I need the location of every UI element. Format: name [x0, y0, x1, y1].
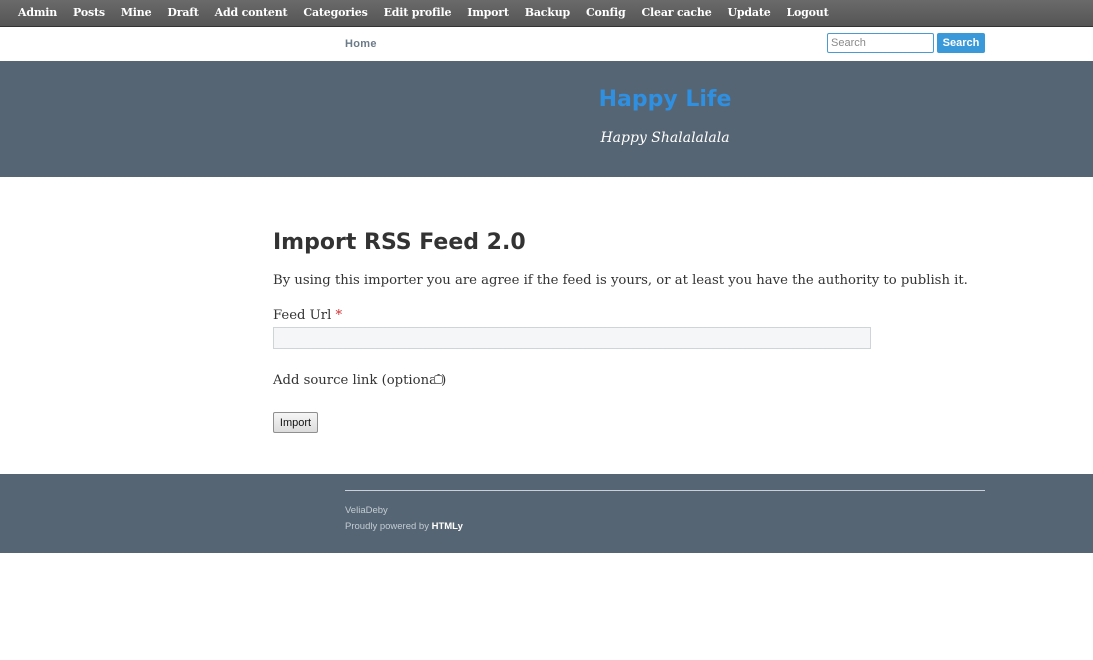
page-title: Import RSS Feed 2.0 [273, 230, 526, 255]
admin-menu-item-import[interactable]: Import [467, 6, 509, 19]
search-button[interactable]: Search [937, 33, 985, 53]
footer-powered-by: Proudly powered by HTMLy [345, 521, 463, 532]
site-tagline: Happy Shalalalala [600, 130, 730, 146]
admin-menu-item-config[interactable]: Config [586, 6, 626, 19]
search-input[interactable] [827, 33, 934, 53]
admin-menu-item-add-content[interactable]: Add content [215, 6, 288, 19]
htmly-link[interactable]: HTMLy [432, 521, 463, 532]
admin-menu-item-categories[interactable]: Categories [303, 6, 367, 19]
top-nav: Home Search [0, 27, 1093, 61]
source-link-label: Add source link (optional) [273, 373, 447, 388]
admin-toolbar: Admin Posts Mine Draft Add content Categ… [0, 0, 1093, 27]
home-link[interactable]: Home [345, 38, 377, 50]
import-button[interactable]: Import [273, 412, 318, 433]
source-link-checkbox[interactable] [434, 375, 443, 384]
admin-menu-item-logout[interactable]: Logout [787, 6, 829, 19]
footer-divider [345, 490, 985, 491]
required-marker: * [335, 308, 343, 323]
admin-menu-item-mine[interactable]: Mine [121, 6, 152, 19]
import-description: By using this importer you are agree if … [273, 273, 968, 288]
feed-url-label: Feed Url * [273, 308, 342, 323]
admin-menu-item-clear-cache[interactable]: Clear cache [642, 6, 712, 19]
site-title[interactable]: Happy Life [0, 87, 1093, 112]
feed-url-input[interactable] [273, 327, 871, 349]
footer-site-name: VeliaDeby [345, 505, 388, 516]
admin-menu-item-update[interactable]: Update [728, 6, 771, 19]
admin-menu-item-draft[interactable]: Draft [167, 6, 198, 19]
admin-menu-item-posts[interactable]: Posts [73, 6, 105, 19]
admin-menu-item-edit-profile[interactable]: Edit profile [384, 6, 452, 19]
footer-powered-prefix: Proudly powered by [345, 521, 429, 532]
admin-menu: Admin Posts Mine Draft Add content Categ… [18, 6, 844, 19]
site-header: Happy Life Happy Shalalalala [0, 61, 1093, 177]
site-footer: VeliaDeby Proudly powered by HTMLy [0, 474, 1093, 553]
admin-menu-item-admin[interactable]: Admin [18, 6, 57, 19]
feed-url-label-text: Feed Url [273, 308, 332, 323]
admin-menu-item-backup[interactable]: Backup [525, 6, 570, 19]
